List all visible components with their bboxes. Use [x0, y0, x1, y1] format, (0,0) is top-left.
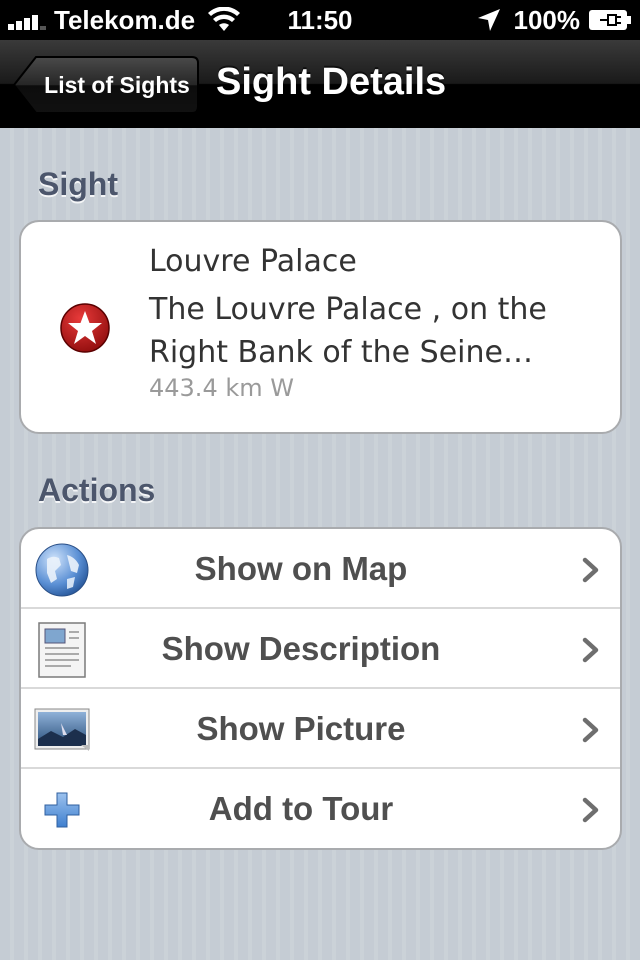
show-picture-row[interactable]: Show Picture: [21, 689, 620, 769]
location-arrow-icon: [477, 9, 500, 31]
sight-distance: 443.4 km W: [149, 374, 294, 402]
chevron-right-icon: [582, 637, 599, 663]
show-picture-label: Show Picture: [196, 710, 406, 747]
sight-card[interactable]: Louvre Palace The Louvre Palace , on the…: [19, 220, 622, 434]
back-button[interactable]: List of Sights: [12, 55, 200, 115]
actions-section-header: Actions: [38, 472, 156, 508]
actions-list: Show on Map Show Description Show Pictur…: [19, 527, 622, 850]
show-on-map-row[interactable]: Show on Map: [21, 529, 620, 609]
chevron-right-icon: [582, 557, 599, 583]
show-description-row[interactable]: Show Description: [21, 609, 620, 689]
status-right: 100%: [476, 4, 633, 36]
star-badge-icon: [60, 303, 110, 353]
add-to-tour-label: Add to Tour: [208, 790, 394, 827]
show-description-label: Show Description: [161, 630, 441, 667]
status-bar: Telekom.de 11:50 100%: [0, 0, 640, 40]
navigation-bar: List of Sights Sight Details: [0, 40, 640, 128]
sight-section-header: Sight: [38, 166, 118, 202]
page-title: Sight Details: [216, 61, 447, 103]
battery-percent: 100%: [513, 4, 581, 35]
back-button-label: List of Sights: [44, 72, 190, 98]
show-on-map-label: Show on Map: [194, 550, 408, 587]
battery-charging-icon: [589, 10, 631, 30]
chevron-right-icon: [582, 797, 599, 823]
sight-name: Louvre Palace: [149, 244, 357, 279]
sight-description: The Louvre Palace , on the Right Bank of…: [149, 292, 547, 370]
add-to-tour-row[interactable]: Add to Tour: [21, 769, 620, 848]
chevron-right-icon: [582, 717, 599, 743]
